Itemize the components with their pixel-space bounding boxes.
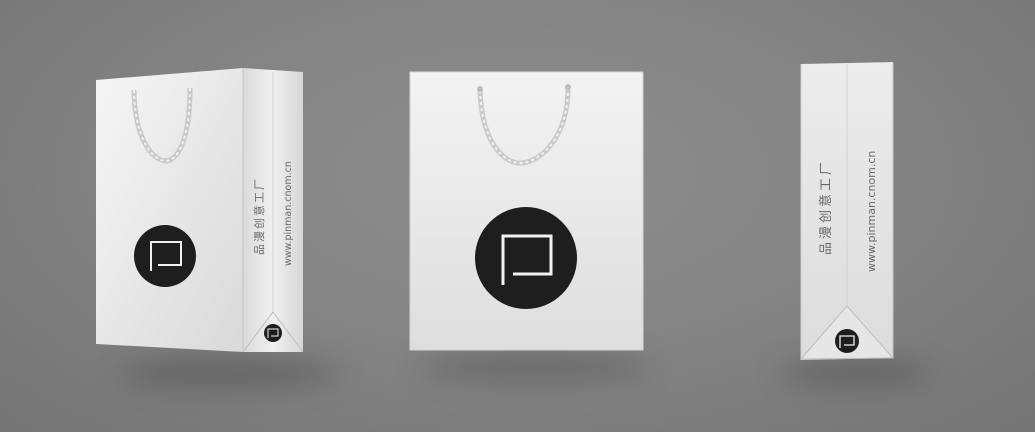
bags-illustration: 品漫创意工厂 www.pinman.cnom.cn 品漫创意工厂 www.pin… xyxy=(96,62,895,360)
bag-front xyxy=(409,71,644,351)
bag-perspective: 品漫创意工厂 www.pinman.cnom.cn xyxy=(96,68,304,353)
website-vertical: www.pinman.cnom.cn xyxy=(283,161,294,266)
website-vertical: www.pinman.cnom.cn xyxy=(865,151,878,272)
brand-logo-circle xyxy=(134,225,196,287)
brand-logo-circle xyxy=(475,207,577,309)
brand-name-cn-vertical: 品漫创意工厂 xyxy=(818,159,834,255)
product-mockup-scene: 品漫创意工厂 www.pinman.cnom.cn 品漫创意工厂 www.pin… xyxy=(0,0,1035,432)
gusset-logo-circle xyxy=(264,324,282,342)
brand-name-cn-vertical: 品漫创意工厂 xyxy=(252,177,266,255)
bag-perspective-front-face xyxy=(96,68,243,352)
gusset-logo-circle xyxy=(835,329,859,353)
bag-side: 品漫创意工厂 www.pinman.cnom.cn xyxy=(799,62,895,360)
